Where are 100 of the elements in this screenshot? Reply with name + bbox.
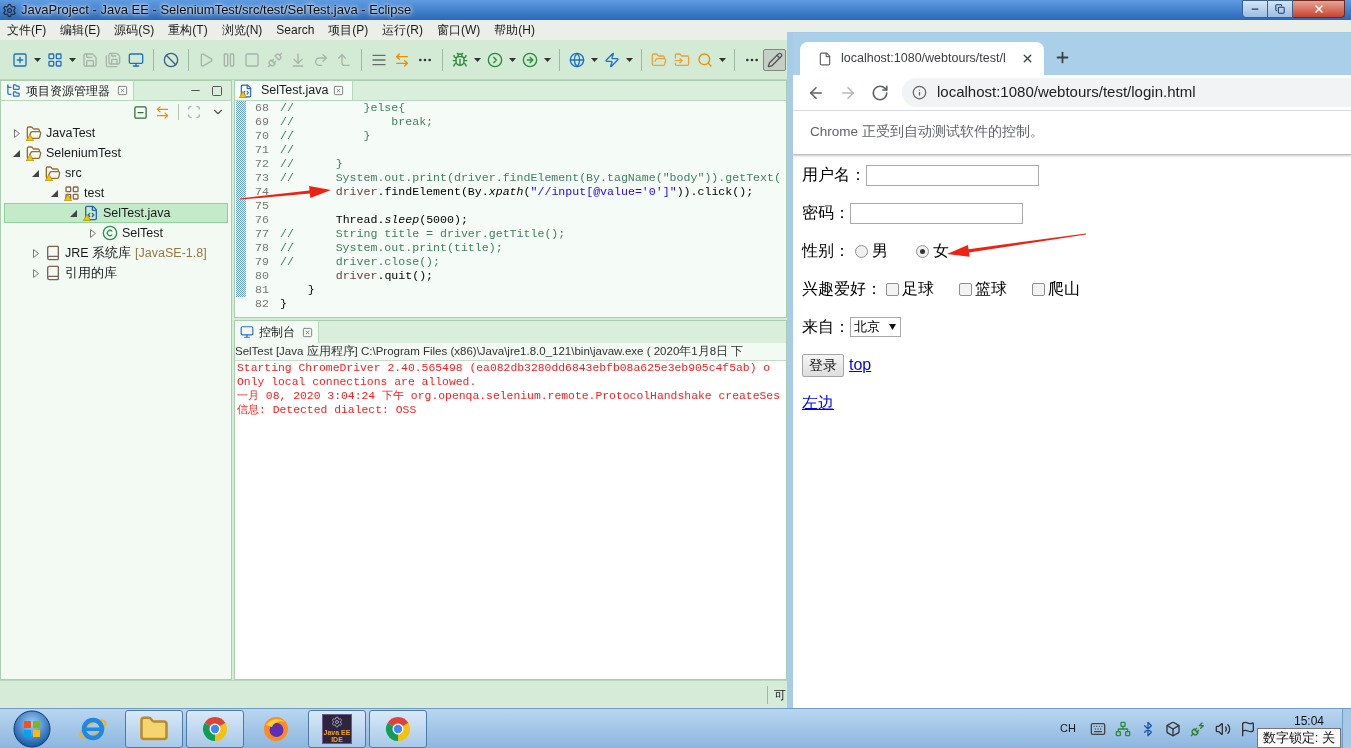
grid-icon[interactable] (46, 51, 63, 68)
start-orb-icon[interactable] (13, 709, 51, 748)
taskbar-button[interactable] (186, 709, 244, 748)
dropdown-caret-icon[interactable] (718, 57, 726, 62)
checkbox[interactable] (1032, 282, 1045, 296)
minimize-button[interactable] (1242, 0, 1268, 18)
tree-item[interactable]: SelTest (4, 223, 228, 243)
box-icon[interactable] (1165, 720, 1181, 737)
tree-item[interactable]: test (4, 183, 228, 203)
line-number: 78 (254, 241, 269, 255)
line-number: 72 (254, 157, 269, 171)
close-button[interactable] (1293, 0, 1345, 18)
tree-item[interactable]: src (4, 163, 228, 183)
keyboard-icon[interactable] (1090, 720, 1106, 737)
collapsed-arrow-icon[interactable] (32, 268, 39, 278)
radio-button[interactable] (916, 244, 929, 258)
globe-icon[interactable] (568, 51, 585, 68)
expanded-arrow-icon[interactable] (13, 149, 20, 157)
restore-button[interactable] (1268, 0, 1293, 18)
dropdown-caret-icon[interactable] (68, 57, 76, 62)
option-label: 男 (872, 241, 888, 261)
taskbar-button[interactable] (125, 709, 183, 748)
bolt-icon[interactable] (603, 51, 620, 68)
editor-tab[interactable]: SelTest.java (235, 81, 353, 100)
flag-icon[interactable] (1240, 720, 1256, 737)
menu-item[interactable]: 编辑(E) (53, 21, 108, 39)
dropdown-caret-icon[interactable] (543, 57, 551, 62)
swap-arrows-icon[interactable] (155, 104, 170, 120)
view-tab[interactable]: 项目资源管理器 (1, 81, 134, 100)
line-number: 69 (254, 115, 269, 129)
form-button[interactable]: 登录 (802, 353, 844, 377)
plus-icon[interactable] (1054, 49, 1071, 66)
menu-item[interactable]: 项目(P) (321, 21, 376, 39)
address-bar[interactable]: localhost:1080/webtours/test/login.html (902, 78, 1351, 107)
text-link[interactable]: top (849, 353, 872, 377)
dropdown-caret-icon[interactable] (473, 57, 481, 62)
maximize-icon[interactable] (211, 84, 223, 97)
slashed-circle-icon[interactable] (162, 51, 179, 68)
dropdown-caret-icon[interactable] (625, 57, 633, 62)
dropdown-caret-icon[interactable] (508, 57, 516, 62)
infobar-message: Chrome 正受到自动测试软件的控制。 (810, 123, 1044, 142)
arrow-circle-icon[interactable] (521, 51, 538, 68)
code-line: // }else{ (280, 101, 406, 114)
menu-item[interactable]: 重构(T) (161, 21, 215, 39)
tree-item[interactable]: SeleniumTest (4, 143, 228, 163)
menu-item[interactable]: 浏览(N) (214, 21, 270, 39)
field-label: 兴趣爱好： (802, 279, 882, 299)
collapsed-arrow-icon[interactable] (32, 248, 39, 258)
console-line: 信息: Detected dialect: OSS (237, 404, 417, 416)
browser-tab[interactable]: localhost:1080/webtours/test/l (800, 42, 1044, 75)
menu-item[interactable]: 帮助(H) (487, 21, 543, 39)
code-line: // (280, 143, 294, 156)
folder-input-icon[interactable] (673, 51, 690, 68)
menu-item[interactable]: 文件(F) (0, 21, 54, 39)
text-link[interactable]: 左边 (802, 391, 834, 415)
menu-item[interactable]: 源码(S) (107, 21, 162, 39)
close-icon[interactable] (1021, 52, 1034, 65)
input-language[interactable]: CH (1060, 720, 1076, 737)
tree-item[interactable]: JRE 系统库 [JavaSE-1.8] (4, 243, 228, 263)
menu-item[interactable]: 运行(R) (375, 21, 431, 39)
field-label: 密码： (802, 203, 850, 223)
radio-button[interactable] (855, 244, 868, 258)
menu-item[interactable]: Search (269, 21, 322, 39)
plug-icon[interactable] (1190, 720, 1206, 737)
status-text: 可 (774, 686, 786, 704)
collapse-all-icon[interactable] (133, 104, 148, 120)
speaker-icon[interactable] (1215, 720, 1231, 737)
collapsed-arrow-icon[interactable] (89, 228, 96, 238)
tree-item[interactable]: JavaTest (4, 123, 228, 143)
menu-item[interactable]: 窗口(W) (430, 21, 488, 39)
chevron-circle-icon[interactable] (486, 51, 503, 68)
password-field[interactable] (850, 202, 1023, 224)
taskbar-button[interactable] (369, 709, 427, 748)
console-line: Starting ChromeDriver 2.40.565498 (ea082db3280dd6843ebfb08a625e3eb905c4f5ab) o (237, 362, 771, 374)
checkbox[interactable] (886, 282, 899, 296)
console-header: SelTest [Java 应用程序] C:\Program Files (x86)\Java\jre1.8.0_121\bin\javaw.exe ( 2020年1月8日 下 (235, 343, 744, 359)
checkbox[interactable] (959, 282, 972, 296)
dropdown-caret-icon[interactable] (590, 57, 598, 62)
collapsed-arrow-icon[interactable] (13, 128, 20, 138)
new-file-icon[interactable] (11, 51, 28, 68)
tree-item[interactable]: SelTest.java (4, 203, 228, 223)
console-line: Only local connections are allowed. (237, 376, 477, 388)
line-number: 73 (254, 171, 269, 185)
gear-icon (2, 2, 17, 18)
view-tab[interactable]: 控制台 (235, 321, 319, 343)
monitor-icon[interactable] (127, 51, 144, 68)
caret-icon (889, 324, 896, 330)
expanded-arrow-icon[interactable] (32, 169, 39, 177)
expanded-arrow-icon[interactable] (70, 209, 77, 217)
tree-item[interactable]: 引用的库 (4, 263, 228, 283)
text-field[interactable] (866, 164, 1039, 186)
expanded-arrow-icon[interactable] (51, 189, 58, 197)
info-icon (912, 85, 927, 100)
option-label: 足球 (902, 279, 934, 299)
reload-icon[interactable] (871, 83, 889, 102)
bug-icon[interactable] (451, 51, 468, 68)
dropdown-caret-icon[interactable] (33, 57, 41, 62)
select-dropdown[interactable]: 北京 (850, 317, 901, 337)
network-icon[interactable] (1115, 720, 1131, 737)
clock-time[interactable]: 15:04 (1294, 712, 1324, 730)
